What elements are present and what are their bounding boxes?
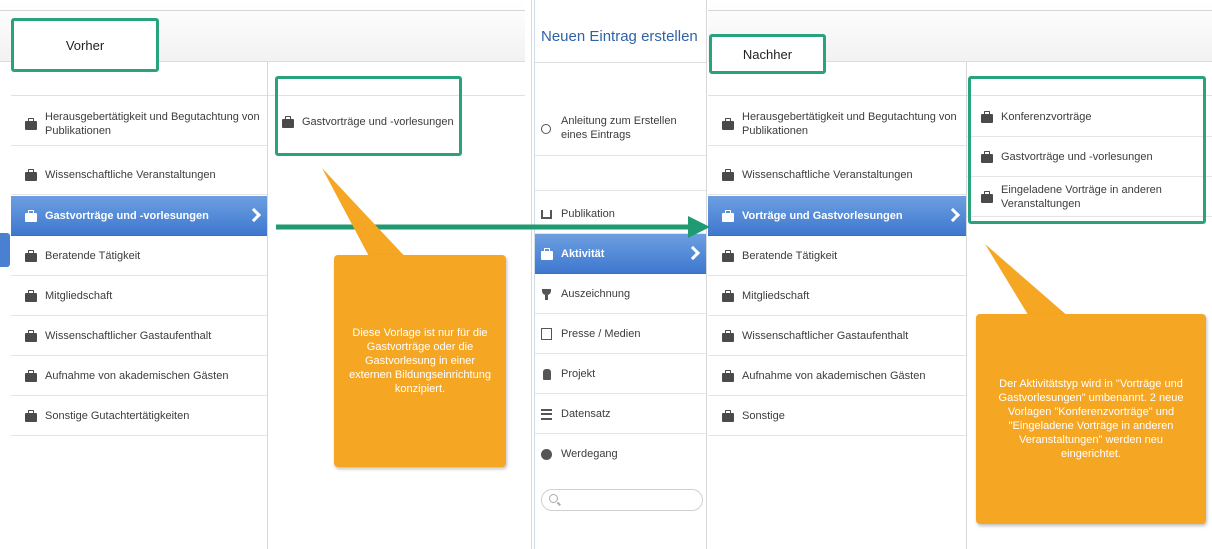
briefcase-icon — [25, 409, 37, 422]
before-template-highlight — [275, 76, 462, 156]
after-menu-item[interactable]: Herausgebertätigkeit und Begutachtung vo… — [708, 102, 966, 146]
clock-icon — [541, 122, 553, 134]
briefcase-icon — [25, 168, 37, 181]
briefcase-icon — [722, 249, 734, 262]
flask-icon — [541, 368, 553, 380]
briefcase-icon — [25, 289, 37, 302]
after-menu-item[interactable]: Beratende Tätigkeit — [708, 236, 966, 276]
after-menu-item[interactable]: Wissenschaftliche Veranstaltungen — [708, 155, 966, 195]
briefcase-icon — [722, 289, 734, 302]
before-menu-item[interactable]: Beratende Tätigkeit — [11, 236, 267, 276]
before-menu-item[interactable]: Wissenschaftlicher Gastaufenthalt — [11, 316, 267, 356]
after-menu-item[interactable]: Aufnahme von akademischen Gästen — [708, 356, 966, 396]
center-menu-item-auszeichnung[interactable]: Auszeichnung — [535, 274, 706, 314]
database-icon — [541, 408, 553, 420]
briefcase-icon — [541, 247, 553, 260]
briefcase-icon — [25, 209, 37, 222]
briefcase-icon — [25, 369, 37, 382]
center-menu-item-aktivitaet[interactable]: Aktivität — [535, 234, 706, 274]
before-menu-item-active[interactable]: Gastvorträge und -vorlesungen — [11, 196, 267, 236]
page-title: Neuen Eintrag erstellen — [541, 28, 698, 45]
briefcase-icon — [722, 369, 734, 382]
briefcase-icon — [722, 168, 734, 181]
after-menu-item[interactable]: Mitgliedschaft — [708, 276, 966, 316]
chevron-right-icon — [246, 207, 262, 222]
guide-link[interactable]: Anleitung zum Erstellen eines Eintrags — [535, 100, 706, 156]
book-icon — [541, 208, 553, 220]
after-callout: Der Aktivitätstyp wird in "Vorträge und … — [976, 314, 1206, 524]
after-menu-column: Herausgebertätigkeit und Begutachtung vo… — [708, 62, 967, 549]
center-menu-item-datensatz[interactable]: Datensatz — [535, 394, 706, 434]
before-label-box: Vorher — [11, 18, 159, 72]
center-menu-item-projekt[interactable]: Projekt — [535, 354, 706, 394]
after-menu-item[interactable]: Wissenschaftlicher Gastaufenthalt — [708, 316, 966, 356]
after-template-highlight — [968, 76, 1206, 224]
globe-icon — [541, 448, 553, 460]
before-callout: Diese Vorlage ist nur für die Gastvorträ… — [334, 255, 506, 467]
briefcase-icon — [25, 117, 37, 130]
after-menu-item-active[interactable]: Vorträge und Gastvorlesungen — [708, 196, 966, 236]
newspaper-icon — [541, 327, 553, 340]
briefcase-icon — [722, 209, 734, 222]
chevron-right-icon — [945, 207, 961, 222]
briefcase-icon — [25, 329, 37, 342]
search-input[interactable] — [541, 489, 703, 511]
briefcase-icon — [25, 249, 37, 262]
center-menu-item-werdegang[interactable]: Werdegang — [535, 434, 706, 474]
collapse-tab[interactable] — [0, 233, 10, 267]
center-menu-item-presse[interactable]: Presse / Medien — [535, 314, 706, 354]
trophy-icon — [541, 288, 553, 300]
before-menu-item[interactable]: Herausgebertätigkeit und Begutachtung vo… — [11, 102, 267, 146]
before-menu-item[interactable]: Wissenschaftliche Veranstaltungen — [11, 155, 267, 195]
before-menu-item[interactable]: Mitgliedschaft — [11, 276, 267, 316]
before-menu-item[interactable]: Sonstige Gutachtertätigkeiten — [11, 396, 267, 436]
briefcase-icon — [722, 409, 734, 422]
after-menu-item[interactable]: Sonstige — [708, 396, 966, 436]
briefcase-icon — [722, 117, 734, 130]
chevron-right-icon — [685, 245, 701, 260]
search-icon — [549, 494, 558, 503]
before-menu-item[interactable]: Aufnahme von akademischen Gästen — [11, 356, 267, 396]
after-label-box: Nachher — [709, 34, 826, 74]
center-panel: Neuen Eintrag erstellen Anleitung zum Er… — [535, 0, 707, 549]
center-menu-item-publikation[interactable]: Publikation — [535, 194, 706, 234]
before-menu-column: Herausgebertätigkeit und Begutachtung vo… — [11, 62, 268, 549]
briefcase-icon — [722, 329, 734, 342]
